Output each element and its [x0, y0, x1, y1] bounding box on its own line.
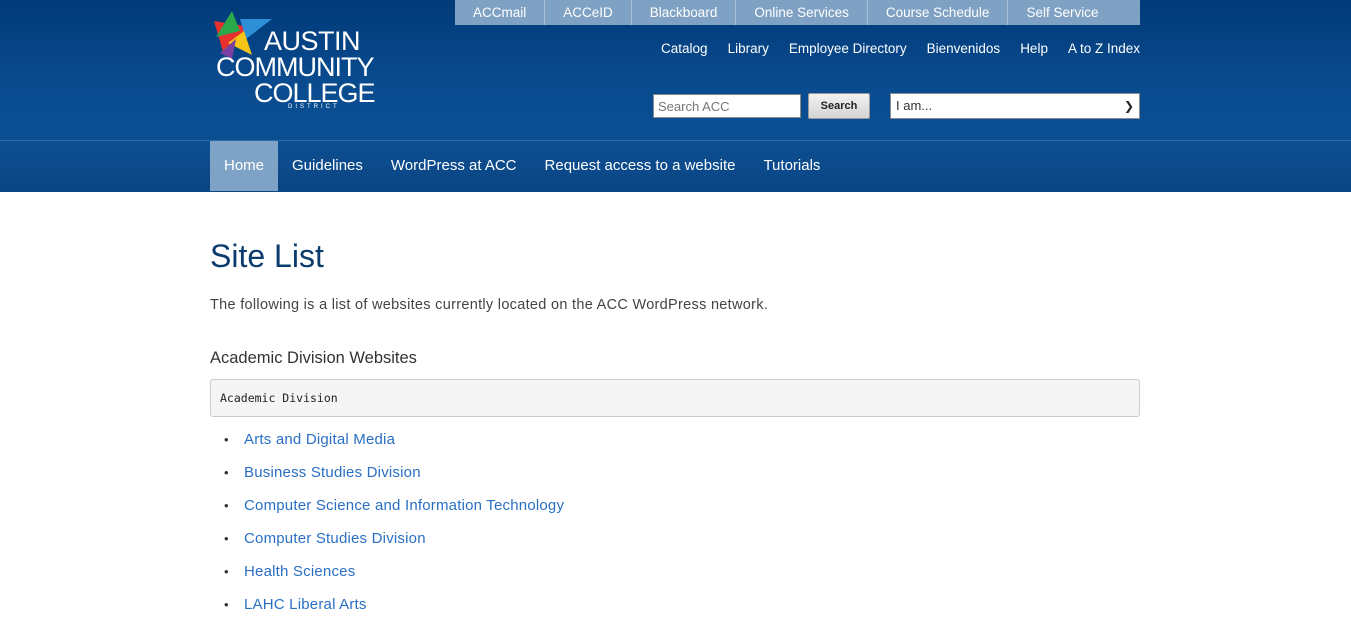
nav-item-wordpress-at-acc[interactable]: WordPress at ACC [377, 141, 531, 191]
bullet-icon: • [224, 564, 229, 579]
list-item: • Computer Science and Information Techno… [210, 496, 1140, 529]
bullet-icon: • [224, 465, 229, 480]
nav-item-request-access[interactable]: Request access to a website [531, 141, 750, 191]
search-input[interactable] [653, 94, 801, 118]
site-link[interactable]: Business Studies Division [244, 464, 421, 481]
link-library[interactable]: Library [728, 40, 769, 57]
util-link-accmail[interactable]: ACCmail [455, 0, 546, 25]
nav-item-tutorials[interactable]: Tutorials [749, 141, 834, 191]
nav-item-home[interactable]: Home [210, 141, 279, 191]
list-item: • Arts and Digital Media [210, 430, 1140, 463]
link-employee-directory[interactable]: Employee Directory [789, 40, 907, 57]
util-link-course-schedule[interactable]: Course Schedule [868, 0, 1009, 25]
main-content: Site List The following is a list of web… [210, 191, 1140, 628]
site-link[interactable]: Arts and Digital Media [244, 431, 395, 448]
link-bienvenidos[interactable]: Bienvenidos [927, 40, 1001, 57]
acc-logo[interactable]: AUSTIN COMMUNITY COLLEGE DISTRICT [210, 9, 376, 114]
util-link-blackboard[interactable]: Blackboard [632, 0, 737, 25]
intro-text: The following is a list of websites curr… [210, 297, 769, 313]
util-link-self-service[interactable]: Self Service [1008, 0, 1116, 25]
logo-text-district: DISTRICT [288, 104, 340, 110]
util-link-acceid[interactable]: ACCeID [545, 0, 632, 25]
link-a-to-z-index[interactable]: A to Z Index [1068, 40, 1140, 57]
logo-text-austin: AUSTIN [264, 26, 361, 56]
main-nav: Home Guidelines WordPress at ACC Request… [0, 140, 1351, 192]
list-item: • Business Studies Division [210, 463, 1140, 496]
section-heading: Academic Division Websites [210, 349, 417, 367]
site-list: • Arts and Digital Media • Business Studie… [210, 430, 1140, 628]
bullet-icon: • [224, 531, 229, 546]
site-link[interactable]: Computer Studies Division [244, 530, 426, 547]
logo-text-community: COMMUNITY [216, 52, 374, 82]
util-link-online-services[interactable]: Online Services [736, 0, 868, 25]
site-link[interactable]: Health Sciences [244, 563, 355, 580]
code-box: Academic Division [210, 379, 1140, 417]
chevron-down-icon: ❯ [1123, 99, 1134, 113]
site-header: AUSTIN COMMUNITY COLLEGE DISTRICT ACCmai… [0, 0, 1351, 140]
link-catalog[interactable]: Catalog [661, 40, 708, 57]
secondary-links: Catalog Library Employee Directory Bienv… [641, 40, 1140, 57]
nav-item-guidelines[interactable]: Guidelines [278, 141, 377, 191]
utility-bar: ACCmail ACCeID Blackboard Online Service… [455, 0, 1140, 25]
search-button[interactable]: Search [808, 93, 870, 119]
site-link[interactable]: Computer Science and Information Technol… [244, 497, 564, 514]
link-help[interactable]: Help [1020, 40, 1048, 57]
list-item: • Health Sciences [210, 562, 1140, 595]
audience-select-value: I am... [896, 98, 933, 113]
logo-text-college: COLLEGE [254, 78, 376, 108]
list-item: • LAHC Liberal Arts [210, 595, 1140, 628]
bullet-icon: • [224, 498, 229, 513]
list-item: • Computer Studies Division [210, 529, 1140, 562]
bullet-icon: • [224, 432, 229, 447]
page-title: Site List [210, 238, 324, 274]
bullet-icon: • [224, 597, 229, 612]
audience-select[interactable]: I am... ❯ [890, 93, 1140, 119]
site-link[interactable]: LAHC Liberal Arts [244, 596, 367, 613]
